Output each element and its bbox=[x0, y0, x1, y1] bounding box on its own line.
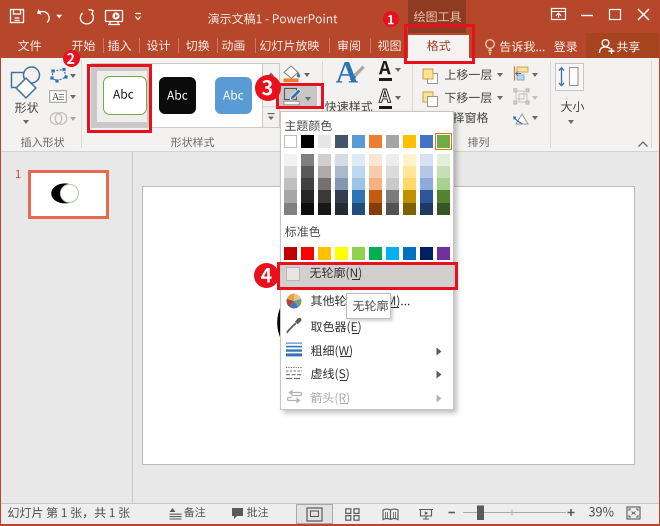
svg-text:A: A bbox=[52, 92, 60, 103]
